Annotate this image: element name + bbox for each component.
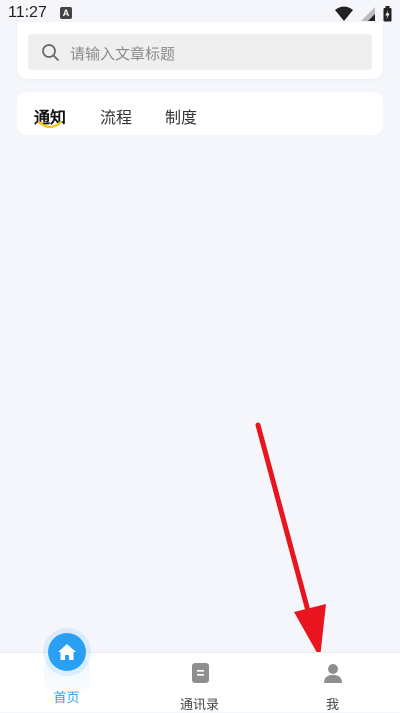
nav-item-contacts[interactable]: 通讯录 (133, 653, 266, 713)
wifi-icon (334, 6, 353, 21)
bottom-navigation: 首页 通讯录 我 (0, 633, 400, 713)
nav-item-home[interactable]: 首页 (0, 633, 133, 712)
search-input[interactable]: 请输入文章标题 (28, 34, 372, 70)
battery-icon (383, 6, 392, 22)
signal-icon (360, 7, 375, 21)
contacts-icon (192, 663, 209, 683)
category-tabs: 通知 流程 制度 (17, 92, 383, 135)
status-icons (332, 6, 392, 22)
nav-label-home: 首页 (53, 691, 80, 706)
tab-regulation[interactable]: 制度 (165, 104, 197, 128)
home-icon (58, 644, 76, 660)
search-placeholder: 请输入文章标题 (70, 45, 176, 63)
home-icon-bubble (48, 633, 86, 671)
nav-label-me: 我 (325, 698, 339, 713)
status-time: 11:27 (8, 4, 47, 21)
app-notification-icon: A (60, 7, 72, 19)
search-card: 请输入文章标题 (17, 22, 383, 79)
search-icon (42, 44, 59, 61)
active-tab-indicator (37, 120, 63, 129)
nav-label-contacts: 通讯录 (179, 698, 219, 713)
tab-process[interactable]: 流程 (100, 104, 132, 128)
person-icon (324, 664, 342, 683)
nav-item-me[interactable]: 我 (266, 653, 399, 713)
